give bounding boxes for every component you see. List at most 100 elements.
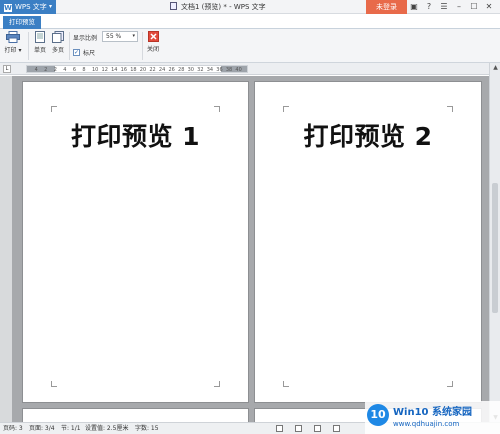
ruler-tick-label: 38 [225, 67, 233, 73]
ribbon: 打印 ▾ 单页 多页 显示比例 55 % ▾ ✓ 标尺 关闭 [0, 29, 500, 63]
tab-stop-icon[interactable]: L [3, 65, 11, 73]
ribbon-separator [69, 32, 70, 60]
status-pages: 页面: 3/4 [29, 425, 55, 432]
skin-icon[interactable]: ▣ [410, 0, 418, 14]
vertical-scrollbar[interactable]: ▲ ▼ [489, 63, 500, 422]
crop-mark [214, 381, 220, 387]
ruler-tick-label: 34 [206, 67, 214, 73]
full-screen-icon[interactable] [295, 425, 302, 432]
ribbon-tab-bar: 打印预览 [0, 14, 500, 29]
single-page-button[interactable]: 单页 [33, 31, 47, 54]
close-label: 关闭 [146, 46, 159, 53]
scroll-up-icon[interactable]: ▲ [491, 63, 500, 72]
ribbon-separator [28, 32, 29, 60]
print-label: 打印 [4, 47, 17, 54]
single-page-label: 单页 [33, 47, 46, 54]
preview-page-2: 打印预览 2 [254, 81, 482, 403]
status-section: 节: 1/1 [61, 425, 81, 432]
ruler-tick-label: 36 [216, 67, 223, 73]
ruler-tick-label: 2 [53, 67, 57, 73]
watermark-title: Win10 系统家园 [393, 407, 472, 418]
app-name: WPS 文字 [15, 3, 47, 11]
ruler-tick-label: 18 [130, 67, 137, 73]
close-preview-button[interactable]: 关闭 [145, 31, 161, 53]
document-icon [170, 2, 177, 10]
zoom-select[interactable]: 55 % ▾ [102, 31, 138, 42]
page-view-icon[interactable] [276, 425, 283, 432]
ribbon-separator [142, 32, 143, 60]
ruler-tick-label: 40 [235, 67, 242, 73]
multi-page-icon [52, 31, 64, 43]
title-bar: W WPS 文字 ▾ 文档1 (预览) * - WPS 文字 未登录 ▣ ? ☰ … [0, 0, 500, 14]
crop-mark [283, 106, 289, 112]
login-button[interactable]: 未登录 [366, 0, 407, 14]
help-icon[interactable]: ? [425, 0, 433, 14]
ruler-tick-label: 10 [91, 67, 99, 73]
horizontal-ruler-row: L 4 2 2 4 6 8 10 12 14 16 18 20 22 24 26 28 30 32 34 36 38 40 [0, 63, 500, 75]
close-icon[interactable]: ✕ [485, 0, 493, 14]
horizontal-ruler[interactable]: 4 2 2 4 6 8 10 12 14 16 18 20 22 24 26 28 30 32 34 36 38 40 [26, 65, 248, 73]
page-title: 打印预览 1 [70, 122, 201, 151]
status-page: 页码: 3 [3, 425, 23, 432]
preview-page-3 [22, 408, 249, 422]
crop-mark [447, 106, 453, 112]
maximize-icon[interactable]: ☐ [470, 0, 478, 14]
page-title: 打印预览 2 [303, 122, 433, 151]
watermark: 10 Win10 系统家园 www.qdhuajin.com [365, 401, 500, 434]
preview-workspace[interactable]: 打印预览 1 打印预览 2 [0, 76, 489, 422]
print-button[interactable]: 打印 ▾ [4, 31, 22, 54]
web-view-icon[interactable] [333, 425, 340, 432]
watermark-logo: 10 [367, 404, 389, 426]
watermark-url: www.qdhuajin.com [393, 420, 460, 428]
single-page-icon [35, 31, 45, 43]
close-red-icon [147, 31, 159, 42]
ruler-tick-label: 32 [197, 67, 204, 73]
zoom-label: 显示比例 [73, 35, 98, 42]
window-title: 文档1 (预览) * - WPS 文字 [170, 0, 266, 14]
scrollbar-thumb[interactable] [492, 183, 498, 313]
window-title-text: 文档1 (预览) * - WPS 文字 [181, 3, 266, 11]
printer-icon [6, 31, 20, 43]
ruler-tick-label: 22 [149, 67, 156, 73]
status-words: 字数: 15 [135, 425, 159, 432]
message-icon[interactable]: ☰ [440, 0, 448, 14]
app-menu-button[interactable]: W WPS 文字 ▾ [0, 0, 56, 14]
multi-page-label: 多页 [51, 47, 64, 54]
chevron-down-icon: ▾ [16, 47, 22, 54]
crop-mark [447, 381, 453, 387]
ruler-tick-label: 14 [111, 67, 118, 73]
crop-mark [51, 381, 57, 387]
ruler-margin-left [27, 66, 55, 72]
crop-mark [51, 106, 57, 112]
outline-view-icon[interactable] [314, 425, 321, 432]
checkmark-icon: ✓ [73, 49, 80, 56]
ruler-tick-label: 6 [72, 67, 76, 73]
ruler-tick-label: 12 [101, 67, 108, 73]
ruler-tick-label: 2 [44, 67, 48, 73]
ruler-tick-label: 28 [178, 67, 185, 73]
ruler-tick-label: 30 [187, 67, 194, 73]
title-bar-controls: ▣ ? ☰ – ☐ ✕ [410, 0, 493, 14]
ruler-tick-label: 8 [82, 67, 86, 73]
tab-print-preview[interactable]: 打印预览 [3, 16, 41, 29]
multi-page-button[interactable]: 多页 [50, 31, 66, 54]
preview-page-1: 打印预览 1 [22, 81, 249, 403]
ruler-checkbox[interactable]: ✓ 标尺 [73, 48, 95, 57]
ruler-tick-label: 24 [158, 67, 166, 73]
ruler-label: 标尺 [83, 50, 96, 57]
wps-logo-icon: W [4, 4, 12, 12]
crop-mark [283, 381, 289, 387]
view-mode-icons [276, 425, 340, 432]
ruler-tick-label: 26 [168, 67, 175, 73]
vertical-ruler [0, 76, 12, 422]
ruler-tick-label: 4 [63, 67, 67, 73]
ruler-tick-label: 16 [120, 67, 128, 73]
crop-mark [214, 106, 220, 112]
ruler-tick-label: 4 [34, 67, 38, 73]
chevron-down-icon: ▾ [132, 33, 135, 39]
chevron-down-icon: ▾ [48, 3, 52, 10]
minimize-icon[interactable]: – [455, 0, 463, 14]
ruler-tick-label: 20 [139, 67, 147, 73]
zoom-value: 55 % [106, 33, 122, 40]
status-setting: 设置值: 2.5厘米 [85, 425, 129, 432]
